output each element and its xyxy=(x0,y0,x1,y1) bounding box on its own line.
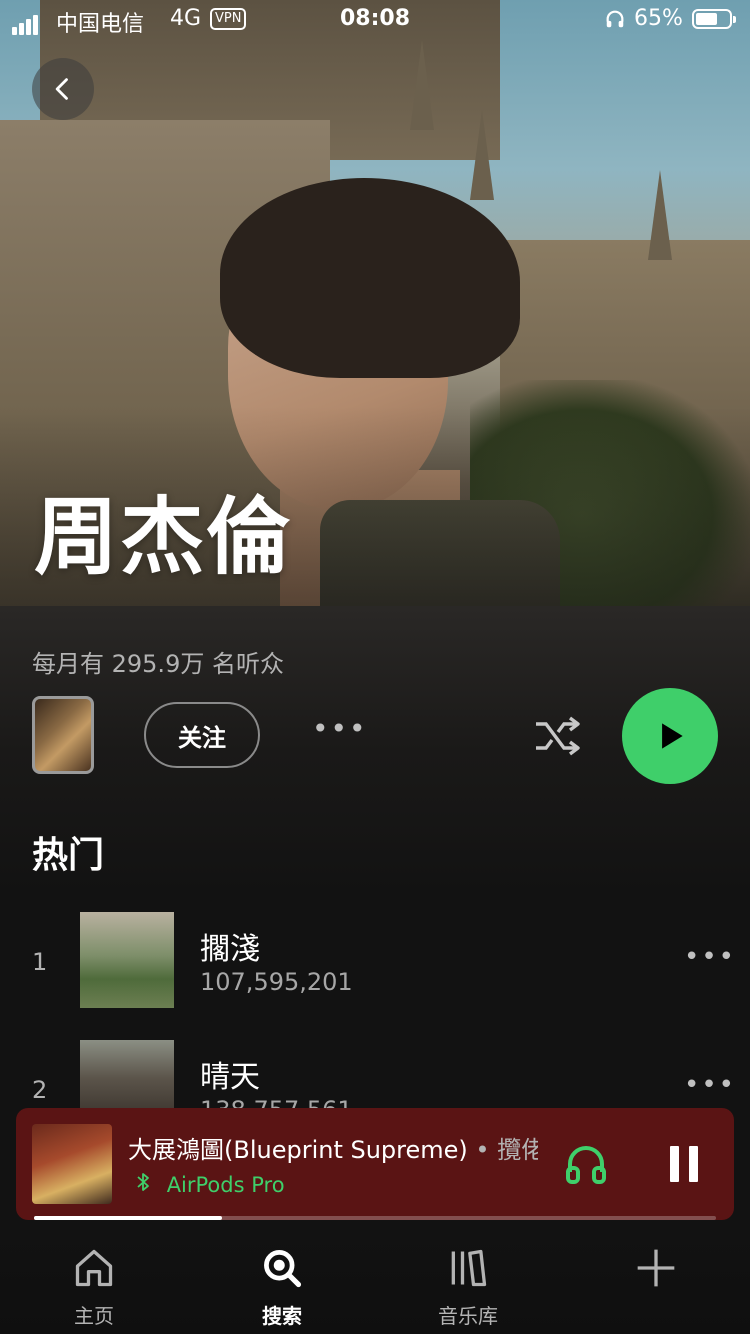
track-rank: 1 xyxy=(32,948,48,976)
track-rank: 2 xyxy=(32,1076,48,1104)
home-icon xyxy=(75,1249,113,1287)
monthly-listeners: 每月有 295.9万 名听众 xyxy=(32,650,284,678)
artist-name: 周杰倫 xyxy=(34,488,293,586)
device-name: AirPods Pro xyxy=(166,1173,285,1197)
bluetooth-icon xyxy=(136,1173,157,1197)
track-more-icon[interactable]: ••• xyxy=(684,1070,736,1100)
battery-percent: 65% xyxy=(634,6,683,31)
search-icon xyxy=(264,1250,302,1288)
track-cover xyxy=(80,912,174,1008)
artist-pick-thumbnail[interactable] xyxy=(32,696,94,774)
play-icon xyxy=(662,723,683,749)
now-playing-title: 大展鴻圖(Blueprint Supreme) xyxy=(128,1136,468,1164)
pause-icon xyxy=(670,1146,698,1182)
vpn-badge: VPN xyxy=(210,8,247,30)
connect-device-icon[interactable] xyxy=(562,1140,610,1192)
tab-search[interactable]: 搜索 xyxy=(212,1246,352,1329)
track-more-icon[interactable]: ••• xyxy=(684,942,736,972)
follow-button[interactable]: 关注 xyxy=(144,702,260,768)
status-time: 08:08 xyxy=(340,6,411,31)
connected-device[interactable]: AirPods Pro xyxy=(136,1172,285,1197)
status-bar: 中国电信 4G VPN 08:08 65% xyxy=(0,0,750,40)
playback-progress[interactable] xyxy=(34,1216,716,1220)
castle-spire xyxy=(470,110,494,200)
tab-library[interactable]: 音乐库 xyxy=(398,1246,538,1329)
signal-icon xyxy=(12,10,40,35)
back-button[interactable] xyxy=(32,58,94,120)
plus-icon xyxy=(637,1249,675,1287)
artist-photo xyxy=(220,178,520,378)
headphones-icon xyxy=(604,8,626,36)
library-icon xyxy=(451,1249,487,1287)
now-playing-cover xyxy=(32,1124,112,1204)
track-title: 擱淺 xyxy=(200,932,260,967)
title-separator: • xyxy=(467,1136,498,1164)
carrier-label: 中国电信 xyxy=(56,12,145,37)
mini-player[interactable]: 大展鴻圖(Blueprint Supreme) • 攬佬 AirPods Pro xyxy=(16,1108,734,1220)
network-type: 4G xyxy=(170,6,202,31)
shuffle-icon[interactable] xyxy=(534,714,582,762)
track-title: 晴天 xyxy=(200,1060,260,1095)
battery-icon xyxy=(692,9,736,29)
artist-hero-image: 周杰倫 xyxy=(0,0,750,606)
chevron-left-icon xyxy=(55,78,68,100)
tab-label: 搜索 xyxy=(262,1304,302,1328)
tab-home[interactable]: 主页 xyxy=(24,1246,164,1329)
tab-bar: 主页 搜索 音乐库 xyxy=(0,1226,750,1334)
tab-create[interactable] xyxy=(586,1246,726,1300)
play-button[interactable] xyxy=(622,688,718,784)
track-play-count: 107,595,201 xyxy=(200,968,353,996)
tab-label: 音乐库 xyxy=(438,1304,498,1328)
more-options-icon[interactable]: ••• xyxy=(312,712,368,745)
pause-button[interactable] xyxy=(668,1144,700,1188)
now-playing-title-row: 大展鴻圖(Blueprint Supreme) • 攬佬 xyxy=(128,1130,538,1165)
track-row[interactable]: 1 擱淺 107,595,201 ••• xyxy=(0,912,750,1012)
artist-content: 每月有 295.9万 名听众 关注 ••• 热门 1 擱淺 107,595,20… xyxy=(0,606,750,1334)
castle-spire xyxy=(648,170,672,260)
castle-spire xyxy=(410,40,434,130)
playback-progress-fill xyxy=(34,1216,222,1220)
now-playing-artist: 攬佬 xyxy=(497,1136,538,1164)
tab-label: 主页 xyxy=(74,1304,114,1328)
popular-section-title: 热门 xyxy=(32,835,105,876)
